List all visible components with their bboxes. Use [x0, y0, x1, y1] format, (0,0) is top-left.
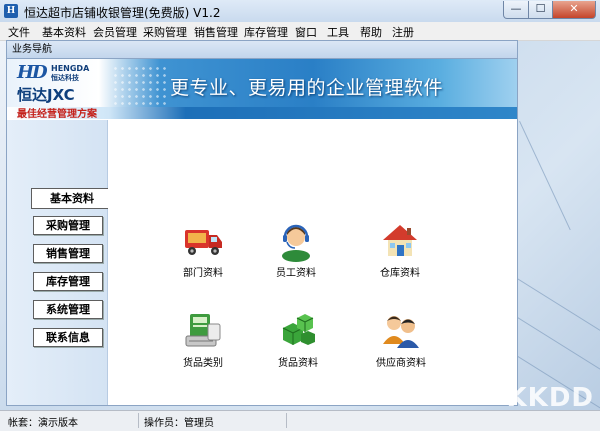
menu-purchase[interactable]: 采购管理: [143, 24, 187, 40]
close-button[interactable]: ✕: [553, 1, 596, 19]
nav-window-title: 业务导航: [7, 41, 517, 59]
brand-name: 恒达JXC: [17, 86, 75, 104]
sidebar-item-system[interactable]: 系统管理: [33, 300, 103, 319]
green-cubes-icon: [282, 314, 315, 345]
menu-member[interactable]: 会员管理: [93, 24, 137, 40]
app-icon: H: [4, 4, 18, 18]
brand-tagline: 最佳经营管理方案: [17, 109, 97, 119]
tile-goods[interactable]: 货品资料: [263, 310, 333, 369]
menu-file[interactable]: 文件: [8, 24, 30, 40]
status-divider: [138, 413, 139, 428]
tile-label: 部门资料: [183, 268, 223, 279]
window-controls: — ☐ ✕: [503, 1, 596, 19]
sidebar-item-sales[interactable]: 销售管理: [33, 244, 103, 263]
logo-chinese: 恒达科技: [51, 74, 79, 82]
menu-tools[interactable]: 工具: [327, 24, 349, 40]
menu-window[interactable]: 窗口: [295, 24, 317, 40]
headset-person-icon: [282, 224, 310, 262]
tile-label: 货品资料: [278, 358, 318, 369]
banner-slogan: 更专业、更易用的企业管理软件: [170, 77, 444, 99]
window-title: 恒达超市店铺收银管理(免费版) V1.2: [24, 6, 221, 20]
tile-supplier[interactable]: 供应商资料: [366, 310, 436, 369]
tile-goods-category[interactable]: 货品类别: [168, 310, 238, 369]
banner-dots: [112, 65, 167, 105]
menu-bar: 文件 基本资料 会员管理 采购管理 销售管理 库存管理 窗口 工具 帮助 注册: [0, 22, 600, 41]
tile-employee[interactable]: 员工资料: [261, 220, 331, 279]
status-divider: [286, 413, 287, 428]
tile-label: 仓库资料: [380, 268, 420, 279]
maximize-button[interactable]: ☐: [529, 1, 553, 19]
status-account: 帐套：演示版本: [8, 418, 78, 429]
sidebar-item-basic-data[interactable]: 基本资料: [31, 188, 112, 209]
menu-basic-data[interactable]: 基本资料: [42, 24, 86, 40]
minimize-button[interactable]: —: [503, 1, 529, 19]
people-icon: [383, 316, 419, 348]
tile-label: 员工资料: [276, 268, 316, 279]
function-panel: 部门资料 员工资料 仓库资料 货品类别 货品资料 供应商资料: [108, 120, 517, 405]
sidebar-item-inventory[interactable]: 库存管理: [33, 272, 103, 291]
company-logo: HD: [17, 62, 48, 83]
tile-label: 货品类别: [183, 358, 223, 369]
sidebar-item-contact[interactable]: 联系信息: [33, 328, 103, 347]
logo-english: HENGDA: [51, 64, 90, 73]
tile-label: 供应商资料: [376, 358, 426, 369]
menu-inventory[interactable]: 库存管理: [244, 24, 288, 40]
watermark: KKDD: [506, 383, 594, 413]
decor-line: [519, 121, 571, 231]
sidebar-item-purchase[interactable]: 采购管理: [33, 216, 103, 235]
tile-warehouse[interactable]: 仓库资料: [365, 220, 435, 279]
status-operator: 操作员：管理员: [144, 418, 214, 429]
category-sidebar: 基本资料 采购管理 销售管理 库存管理 系统管理 联系信息: [7, 120, 112, 405]
status-bar: 帐套：演示版本 操作员：管理员: [0, 410, 600, 431]
goods-box-icon: [185, 314, 221, 347]
business-navigation-window: 业务导航 HD HENGDA 恒达科技 恒达JXC 最佳经营管理方案 更专业、更…: [6, 40, 518, 406]
menu-sales[interactable]: 销售管理: [194, 24, 238, 40]
banner: HD HENGDA 恒达科技 恒达JXC 最佳经营管理方案 更专业、更易用的企业…: [7, 59, 517, 119]
house-icon: [383, 225, 417, 256]
tile-department[interactable]: 部门资料: [168, 220, 238, 279]
menu-register[interactable]: 注册: [392, 24, 414, 40]
truck-icon: [185, 230, 222, 255]
title-bar[interactable]: H 恒达超市店铺收银管理(免费版) V1.2 — ☐ ✕: [0, 0, 600, 23]
menu-help[interactable]: 帮助: [360, 24, 382, 40]
